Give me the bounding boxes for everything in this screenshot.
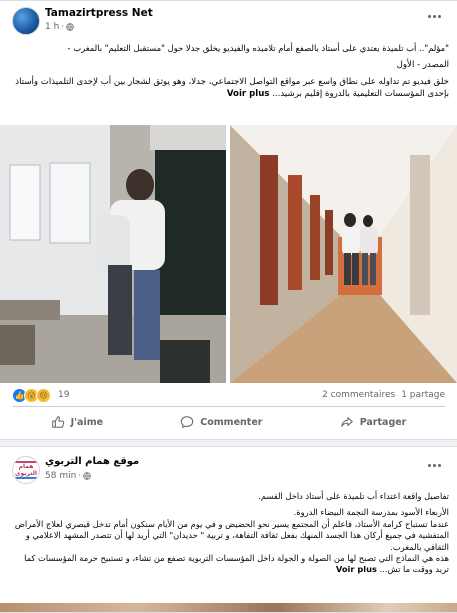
share-label: Partager xyxy=(359,416,407,428)
post-actions: J'aime Commenter Partager xyxy=(12,409,445,435)
post-meta: 1 h · xyxy=(45,22,74,32)
voir-plus-link[interactable]: Voir plus xyxy=(227,89,270,99)
thumbs-up-icon xyxy=(51,416,64,428)
page-avatar[interactable] xyxy=(12,7,40,35)
post-paragraph: عندما تستباح كرامة الأستاذ، فاعلم أن الم… xyxy=(14,518,449,552)
like-label: J'aime xyxy=(70,416,104,428)
page-name-link[interactable]: Tamazirtpress Net xyxy=(45,7,153,19)
page-avatar[interactable]: همام التربوي xyxy=(12,456,40,484)
corridor-photo[interactable] xyxy=(230,125,457,383)
stats-right: 2 commentaires 1 partage xyxy=(322,390,445,400)
post-meta: 58 min · xyxy=(45,471,91,481)
page-logo: همام التربوي xyxy=(14,461,38,479)
share-icon xyxy=(340,417,353,427)
post-headline: "مؤلم".. أب تلميذة يعتدي على أستاذ بالصف… xyxy=(67,43,449,53)
comments-count[interactable]: 2 commentaires xyxy=(322,390,395,400)
like-button[interactable]: J'aime xyxy=(41,411,113,433)
reactions-button[interactable]: 👍 😮 😢 xyxy=(12,387,51,403)
post-header: همام التربوي موقع همام التربوي 58 min · xyxy=(12,456,445,486)
shares-count[interactable]: 1 partage xyxy=(401,390,445,400)
globe-icon xyxy=(66,23,74,31)
comment-label: Commenter xyxy=(200,416,263,428)
post-photos xyxy=(0,125,457,383)
sad-icon: 😢 xyxy=(36,387,51,403)
post-body: خلق فيديو تم تداوله على نطاق واسع عبر مو… xyxy=(10,76,449,100)
post-body: هذه هي النماذج التي تصبح لها من الصولة و… xyxy=(10,553,449,576)
post-stats: 👍 😮 😢 19 2 commentaires 1 partage xyxy=(12,387,445,403)
post-body-text: هذه هي النماذج التي تصبح لها من الصولة و… xyxy=(24,553,449,575)
post-time[interactable]: 1 h xyxy=(45,22,59,32)
post-card: Tamazirtpress Net 1 h · "مؤلم".. أب تلمي… xyxy=(0,0,457,440)
post-header: Tamazirtpress Net 1 h · xyxy=(12,7,445,37)
post-source: المصدر - الأول xyxy=(396,60,449,70)
divider xyxy=(12,406,445,407)
page-name-link[interactable]: موقع همام التربوي xyxy=(45,456,139,467)
more-options-button[interactable] xyxy=(423,9,445,23)
post-time[interactable]: 58 min xyxy=(45,471,76,481)
more-options-button[interactable] xyxy=(423,458,445,472)
voir-plus-link[interactable]: Voir plus xyxy=(336,564,377,574)
post-card: همام التربوي موقع همام التربوي 58 min · ت… xyxy=(0,446,457,613)
reactions-count[interactable]: 19 xyxy=(58,390,69,400)
comment-button[interactable]: Commenter xyxy=(170,411,272,433)
classroom-photo[interactable] xyxy=(0,125,226,383)
post-headline: تفاصيل واقعة اعتداء أب تلميذة على أستاذ … xyxy=(258,491,449,501)
comment-icon xyxy=(181,416,194,428)
share-button[interactable]: Partager xyxy=(330,411,417,433)
post-text: تفاصيل واقعة اعتداء أب تلميذة على أستاذ … xyxy=(10,491,449,576)
globe-icon xyxy=(83,472,91,480)
post-paragraph: الأربعاء الأسود بمدرسة النجمة البيضاء ال… xyxy=(293,507,449,518)
post-text: "مؤلم".. أب تلميذة يعتدي على أستاذ بالصف… xyxy=(10,42,449,100)
